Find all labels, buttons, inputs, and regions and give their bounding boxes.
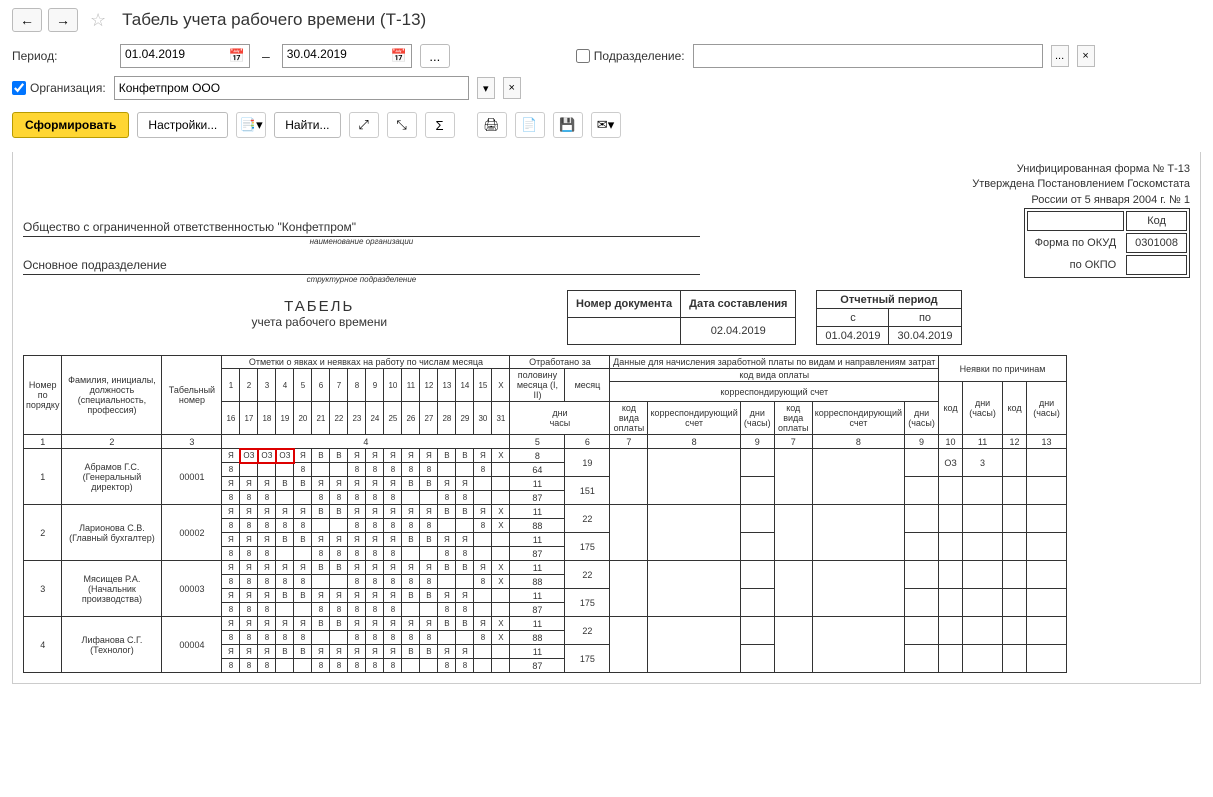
date-from-input[interactable]: 📅 <box>120 44 250 68</box>
doc-info-table: Номер документаДата составления 02.04.20… <box>567 290 796 345</box>
calendar-icon[interactable]: 📅 <box>391 48 407 64</box>
table-row: 2Ларионова С.В. (Главный бухгалтер)00002… <box>24 505 1067 519</box>
page-title: Табель учета рабочего времени (Т-13) <box>122 10 426 30</box>
preview-button[interactable]: 📄 <box>515 112 545 138</box>
dept-sublabel: структурное подразделение <box>23 275 700 284</box>
table-row: 4Лифанова С.Г. (Технолог)00004ЯЯЯЯЯВВЯЯЯ… <box>24 617 1067 631</box>
org-input[interactable] <box>119 81 464 95</box>
print-button[interactable]: 🖨 <box>477 112 507 138</box>
dept-name: Основное подразделение <box>23 256 700 275</box>
report-title: ТАБЕЛЬ <box>251 298 387 315</box>
nav-back-button[interactable]: ← <box>12 8 42 32</box>
department-clear-button[interactable]: × <box>1077 45 1095 67</box>
period-label: Период: <box>12 49 112 63</box>
table-row: 3Мясищев Р.А. (Начальник производства)00… <box>24 561 1067 575</box>
department-select-button[interactable]: ... <box>1051 45 1069 67</box>
variants-button[interactable]: 📑▾ <box>236 112 266 138</box>
date-to-input[interactable]: 📅 <box>282 44 412 68</box>
org-name: Общество с ограниченной ответственностью… <box>23 218 700 237</box>
org-sublabel: наименование организации <box>23 237 700 246</box>
collapse-button[interactable]: ⤡ <box>387 112 417 138</box>
org-clear-button[interactable]: × <box>503 77 521 99</box>
department-input[interactable] <box>698 49 1038 63</box>
expand-button[interactable]: ⤢ <box>349 112 379 138</box>
find-button[interactable]: Найти... <box>274 112 340 138</box>
favorite-star-icon[interactable]: ☆ <box>90 10 106 31</box>
period-table: Отчетный период спо 01.04.201930.04.2019 <box>816 290 961 345</box>
send-button[interactable]: ✉▾ <box>591 112 621 138</box>
report-subtitle: учета рабочего времени <box>251 315 387 329</box>
table-row: 1Абрамов Г.С. (Генеральный директор)0000… <box>24 449 1067 463</box>
timesheet-table: Номер по порядкуФамилия, инициалы, должн… <box>23 355 1067 673</box>
org-dropdown-button[interactable]: ▾ <box>477 77 495 99</box>
code-box: Код Форма по ОКУД0301008 по ОКПО <box>1024 208 1190 278</box>
org-checkbox[interactable] <box>12 81 26 95</box>
nav-forward-button[interactable]: → <box>48 8 78 32</box>
department-label: Подразделение: <box>594 49 685 63</box>
settings-button[interactable]: Настройки... <box>137 112 228 138</box>
calendar-icon[interactable]: 📅 <box>229 48 245 64</box>
org-combo[interactable] <box>114 76 469 100</box>
department-checkbox[interactable] <box>576 49 590 63</box>
save-button[interactable]: 💾 <box>553 112 583 138</box>
period-dash: – <box>262 48 270 64</box>
period-more-button[interactable]: ... <box>420 44 450 68</box>
date-to-field[interactable] <box>287 47 377 61</box>
sum-button[interactable]: Σ <box>425 112 455 138</box>
org-label: Организация: <box>30 81 106 95</box>
form-number-block: Унифицированная форма № Т-13 Утверждена … <box>23 162 1190 208</box>
department-checkbox-row[interactable]: Подразделение: <box>576 49 685 63</box>
form-report-button[interactable]: Сформировать <box>12 112 129 138</box>
date-from-field[interactable] <box>125 47 215 61</box>
org-checkbox-row[interactable]: Организация: <box>12 81 106 95</box>
department-combo[interactable] <box>693 44 1043 68</box>
